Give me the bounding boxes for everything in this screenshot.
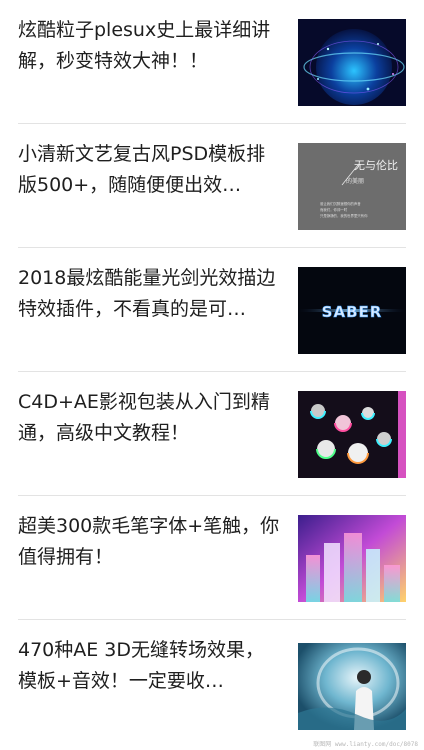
list-item[interactable]: 炫酷粒子plesux史上最详细讲解，秒变特效大神！！ (0, 0, 424, 124)
poster-headline: 无与伦比 (354, 158, 398, 172)
article-thumbnail[interactable]: 无与伦比 的美丽 谁让我们沉醉遥想你的声音 而我们，你却一时 只是静静的，我的世… (298, 143, 406, 230)
glowing-spheres-thumbnail (298, 391, 406, 478)
article-title[interactable]: 2018最炫酷能量光剑光效描边特效插件，不看真的是可… (18, 263, 280, 325)
poster-subtitle: 的美丽 (346, 177, 364, 185)
list-item[interactable]: 小清新文艺复古风PSD模板排版500+，随随便便出效… 无与伦比 的美丽 谁让我… (0, 124, 424, 248)
poster-small-text: 只是静静的，我的世界里只有你 (320, 213, 368, 218)
poster-small-text: 谁让我们沉醉遥想你的声音 (320, 201, 361, 206)
article-title[interactable]: 超美300款毛笔字体+笔触，你值得拥有！ (18, 511, 280, 573)
article-title[interactable]: C4D+AE影视包装从入门到精通，高级中文教程！ (18, 387, 280, 449)
article-title[interactable]: 470种AE 3D无缝转场效果，模板+音效！一定要收… (18, 635, 280, 697)
list-item[interactable]: 470种AE 3D无缝转场效果，模板+音效！一定要收… (0, 620, 424, 750)
watermark-text: 联图网 www.lianty.com/doc/8078 (313, 741, 418, 748)
list-item[interactable]: 2018最炫酷能量光剑光效描边特效插件，不看真的是可… SABER (0, 248, 424, 372)
article-thumbnail[interactable] (298, 515, 406, 602)
article-title[interactable]: 小清新文艺复古风PSD模板排版500+，随随便便出效… (18, 139, 280, 201)
globe-particles-thumbnail (298, 19, 406, 106)
retro-poster-thumbnail: 无与伦比 的美丽 谁让我们沉醉遥想你的声音 而我们，你却一时 只是静静的，我的世… (298, 143, 406, 230)
poster-small-text: 而我们，你却一时 (320, 207, 348, 212)
article-thumbnail[interactable] (298, 19, 406, 106)
article-feed: 炫酷粒子plesux史上最详细讲解，秒变特效大神！！ 小清新文艺复古风PSD模板… (0, 0, 424, 750)
saber-effect-thumbnail: SABER (298, 267, 406, 354)
portrait-transition-thumbnail (298, 643, 406, 730)
list-item[interactable]: C4D+AE影视包装从入门到精通，高级中文教程！ (0, 372, 424, 496)
article-title[interactable]: 炫酷粒子plesux史上最详细讲解，秒变特效大神！！ (18, 15, 280, 77)
saber-logo: SABER (322, 303, 383, 321)
gradient-blocks-thumbnail (298, 515, 406, 602)
article-thumbnail[interactable] (298, 391, 406, 478)
article-thumbnail[interactable] (298, 643, 406, 730)
list-item[interactable]: 超美300款毛笔字体+笔触，你值得拥有！ (0, 496, 424, 620)
article-thumbnail[interactable]: SABER (298, 267, 406, 354)
